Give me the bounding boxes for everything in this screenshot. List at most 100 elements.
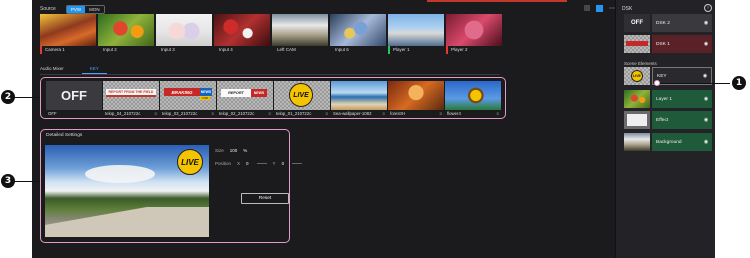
dsk-panel-title: DSK	[622, 6, 633, 12]
source-label: Input 4	[219, 47, 233, 52]
live-badge: LIVE	[289, 83, 313, 107]
dsk-1-row[interactable]: DSK 1 ◉	[624, 35, 712, 53]
image-thumbnail	[331, 81, 387, 110]
key-thumbnail: LIVE	[631, 70, 643, 82]
source-player-2[interactable]: Player 2	[446, 14, 502, 54]
dsk-2-row[interactable]: OFF DSK 2 ◉	[624, 14, 712, 32]
more-icon[interactable]: ≡	[382, 111, 385, 118]
source-left-cam[interactable]: Left CAM	[272, 14, 328, 54]
dsk-panel: DSK › OFF DSK 2 ◉ DSK 1 ◉ Scene Elements L…	[615, 0, 715, 258]
source-label: Input 6	[335, 47, 349, 52]
pvw-button[interactable]: PVW	[66, 5, 86, 13]
source-input-3[interactable]: Input 3	[156, 14, 212, 54]
callout-3-leader	[14, 181, 40, 182]
reset-button[interactable]: Reset	[241, 193, 289, 204]
source-label: Input 3	[161, 47, 175, 52]
detailed-settings-panel: Detailed Settings LIVE Size 100 % Positi…	[40, 129, 303, 243]
source-camera-1[interactable]: Camera 1	[40, 14, 96, 54]
key-item-telop-04[interactable]: REPORT FROM THE FIELD telop_04_210722c ≡	[103, 81, 159, 118]
eye-icon[interactable]: ◉	[704, 42, 708, 47]
live-badge[interactable]: LIVE	[177, 149, 203, 175]
more-icon[interactable]: ≡	[211, 111, 214, 118]
source-player-1[interactable]: Player 1	[388, 14, 444, 54]
key-item-label: Sea-wallpaper-1082	[333, 111, 372, 116]
size-label: Size	[215, 148, 224, 153]
property-list: Size 100 % Position X 0 Y 0	[215, 148, 303, 174]
mon-button[interactable]: MON	[85, 6, 104, 13]
telop-banner: BRAKING	[164, 88, 200, 96]
more-icon[interactable]: ≡	[154, 111, 157, 118]
key-item-sea-wallpaper[interactable]: Sea-wallpaper-1082 ≡	[331, 81, 387, 118]
source-thumbnail	[272, 14, 328, 46]
y-slider[interactable]	[292, 163, 303, 164]
key-item-off[interactable]: OFF OFF	[46, 81, 102, 118]
background-thumbnail	[624, 133, 650, 151]
telop-banner-news: NEWS	[251, 89, 267, 97]
more-icon[interactable]: ≡	[439, 111, 442, 118]
off-thumbnail: OFF	[46, 81, 102, 110]
main-pane: Source PVW MON ⋯ ⌃ Camera 1 Input 2 Inpu…	[32, 0, 629, 258]
source-header: Source PVW MON	[40, 4, 105, 14]
key-preview: LIVE	[45, 145, 209, 237]
x-slider[interactable]	[256, 163, 267, 164]
eye-icon[interactable]: ◉	[704, 140, 708, 145]
more-icon[interactable]: ≡	[496, 111, 499, 118]
source-input-4[interactable]: Input 4	[214, 14, 270, 54]
panel-toggle-icon[interactable]: ›	[704, 4, 712, 12]
effect-thumbnail-inner	[627, 114, 647, 126]
eye-icon[interactable]: ◉	[704, 118, 708, 123]
eye-icon[interactable]: ◉	[703, 74, 707, 79]
key-item-label: OFF	[48, 111, 57, 116]
dsk-2-label: DSK 2	[656, 20, 670, 26]
source-thumbnail	[388, 14, 444, 46]
key-item-telop-01[interactable]: LIVE telop_01_210722c ≡	[274, 81, 330, 118]
pvw-mon-toggle[interactable]: PVW MON	[65, 4, 105, 14]
key-item-telop-02[interactable]: REPORT NEWS telop_02_210722c ≡	[217, 81, 273, 118]
y-value[interactable]: 0	[282, 161, 285, 166]
telop-banner-live: LIVE	[200, 96, 210, 100]
image-thumbnail	[445, 81, 501, 110]
square-icon[interactable]	[596, 4, 603, 12]
preview-path	[45, 207, 209, 237]
more-icon[interactable]: ≡	[268, 111, 271, 118]
key-item-label: telop_01_210722c	[276, 111, 312, 116]
image-thumbnail	[388, 81, 444, 110]
key-item-label: telop_04_210722c	[105, 111, 141, 116]
source-input-2[interactable]: Input 2	[98, 14, 154, 54]
more-icon[interactable]: ≡	[325, 111, 328, 118]
source-label: Camera 1	[40, 46, 96, 54]
source-input-6[interactable]: Input 6	[330, 14, 386, 54]
x-value[interactable]: 0	[246, 161, 249, 166]
key-item-forest[interactable]: forest!H ≡	[388, 81, 444, 118]
source-thumbnail	[156, 14, 212, 46]
callout-3: 3	[1, 174, 15, 188]
key-item-label: forest!H	[390, 111, 406, 116]
source-thumbnail	[214, 14, 270, 46]
telop-banner: REPORT	[221, 89, 251, 97]
scene-element-layer-1[interactable]: Layer 1 ◉	[624, 90, 712, 108]
grid-icon[interactable]	[584, 5, 590, 11]
tab-divider	[40, 74, 500, 75]
telop-banner-news: NEWS	[200, 88, 212, 96]
effect-thumbnail	[624, 111, 650, 129]
tab-key[interactable]: KEY	[81, 66, 107, 74]
tab-audio-mixer[interactable]: Audio Mixer	[40, 66, 64, 74]
key-item-label: flower4	[447, 111, 461, 116]
eye-icon[interactable]: ◉	[704, 21, 708, 26]
size-value[interactable]: 100	[230, 148, 238, 153]
source-thumbnail	[330, 14, 386, 46]
key-item-flower[interactable]: flower4 ≡	[445, 81, 501, 118]
position-label: Position	[215, 161, 232, 166]
callout-2-leader	[14, 97, 40, 98]
eye-icon[interactable]: ◉	[704, 97, 708, 102]
scene-element-background[interactable]: Background ◉	[624, 133, 712, 151]
dsk-1-label: DSK 1	[656, 41, 670, 47]
source-thumbnail	[98, 14, 154, 46]
scene-element-label: Effect	[656, 117, 669, 123]
callout-2: 2	[1, 90, 15, 104]
scene-element-label: Layer 1	[656, 96, 672, 102]
detailed-settings-title: Detailed Settings	[46, 133, 83, 138]
key-item-telop-03[interactable]: BRAKING NEWS LIVE telop_03_210722c ≡	[160, 81, 216, 118]
scene-element-effect[interactable]: Effect ◉	[624, 111, 712, 129]
preview-cloud	[85, 165, 155, 183]
